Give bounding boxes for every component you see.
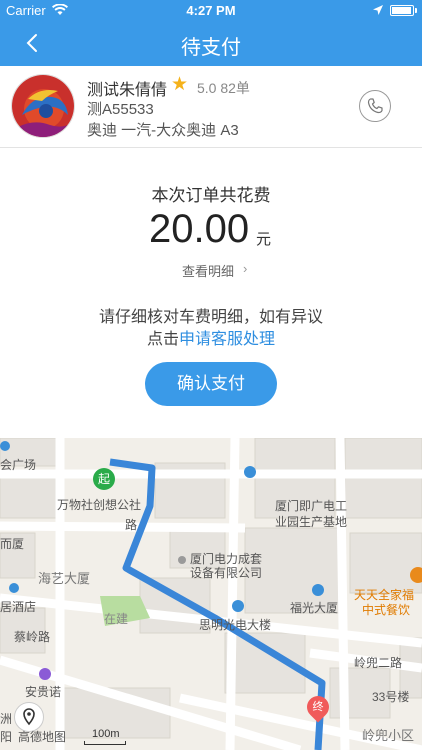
map-label: 岭兜小区: [362, 728, 415, 743]
confirm-payment-button[interactable]: 确认支付: [145, 362, 277, 406]
map-label: 海艺大厦: [38, 571, 91, 586]
map-label: 蔡岭路: [14, 630, 51, 644]
map-label: 厦门即广电工: [275, 499, 348, 513]
avatar: [11, 74, 75, 138]
call-driver-button[interactable]: [359, 90, 391, 122]
map-label: 而厦: [0, 537, 25, 551]
map-label: 路: [125, 518, 138, 532]
map-label: 在建: [104, 612, 129, 626]
status-bar: Carrier 4:27 PM: [0, 0, 422, 22]
map-label: 洲: [0, 712, 13, 726]
star-icon: ★: [171, 74, 189, 95]
nav-bar: 待支付: [0, 22, 422, 66]
map-label: 业园生产基地: [275, 515, 348, 529]
notice-prefix: 点击: [146, 331, 179, 348]
location-pin-icon: [23, 708, 35, 726]
map-label: 阳: [0, 730, 13, 744]
location-arrow-icon: [372, 4, 384, 19]
license-plate: 测A55533: [87, 101, 154, 118]
phone-icon: [367, 98, 383, 114]
driver-card: 测试朱倩倩 ★ 5.0 82单 测A55533 奥迪 一汽-大众奥迪 A3: [0, 66, 422, 148]
fee-unit: 元: [256, 231, 272, 248]
map-label: 会广场: [0, 458, 37, 472]
time-label: 4:27 PM: [186, 3, 236, 18]
fee-caption: 本次订单共花费: [151, 186, 271, 205]
map-scale-bar: [84, 741, 126, 745]
end-marker: 终: [302, 691, 334, 723]
map-label: 居酒店: [0, 600, 37, 614]
chevron-right-icon[interactable]: ›: [243, 261, 247, 276]
map-label: 安贵诺: [25, 685, 62, 699]
map-label: 设备有限公司: [190, 566, 263, 580]
fee-amount: 20.00: [149, 207, 250, 251]
battery-tip: [415, 8, 417, 13]
map-scale-label: 100m: [92, 728, 120, 740]
dispute-notice: 请仔细核对车费明细，如有异议: [98, 309, 323, 326]
customer-service-link[interactable]: 申请客服处理: [179, 331, 275, 348]
map-label: 中式餐饮: [362, 603, 411, 617]
map-label: 福光大厦: [290, 601, 339, 615]
start-marker: 起: [93, 468, 115, 490]
map-logo: 高德地图: [18, 730, 67, 744]
page-title: 待支付: [181, 37, 241, 59]
fee-section: 本次订单共花费 20.00 元 查看明细 › 请仔细核对车费明细，如有异议 点击…: [0, 148, 422, 438]
end-marker-label: 终: [312, 701, 324, 713]
dispute-notice-action: 点击申请客服处理: [0, 325, 422, 349]
car-model: 奥迪 一汽-大众奥迪 A3: [87, 122, 239, 139]
map-label: 33号楼: [372, 690, 410, 704]
map-label: 万物社创想公社: [57, 498, 142, 512]
view-detail-link[interactable]: 查看明细: [182, 261, 234, 280]
map-label: 岭兜二路: [354, 656, 403, 670]
map-label: 思明光电大楼: [199, 618, 272, 632]
driver-rating: 5.0 82单: [197, 80, 250, 96]
driver-name: 测试朱倩倩: [87, 82, 168, 99]
route-map[interactable]: 会广场 万物社创想公社 路 而厦 海艺大厦 居酒店 蔡岭路 安贵诺 厦门电力成套…: [0, 438, 422, 750]
battery-icon: [390, 5, 414, 16]
